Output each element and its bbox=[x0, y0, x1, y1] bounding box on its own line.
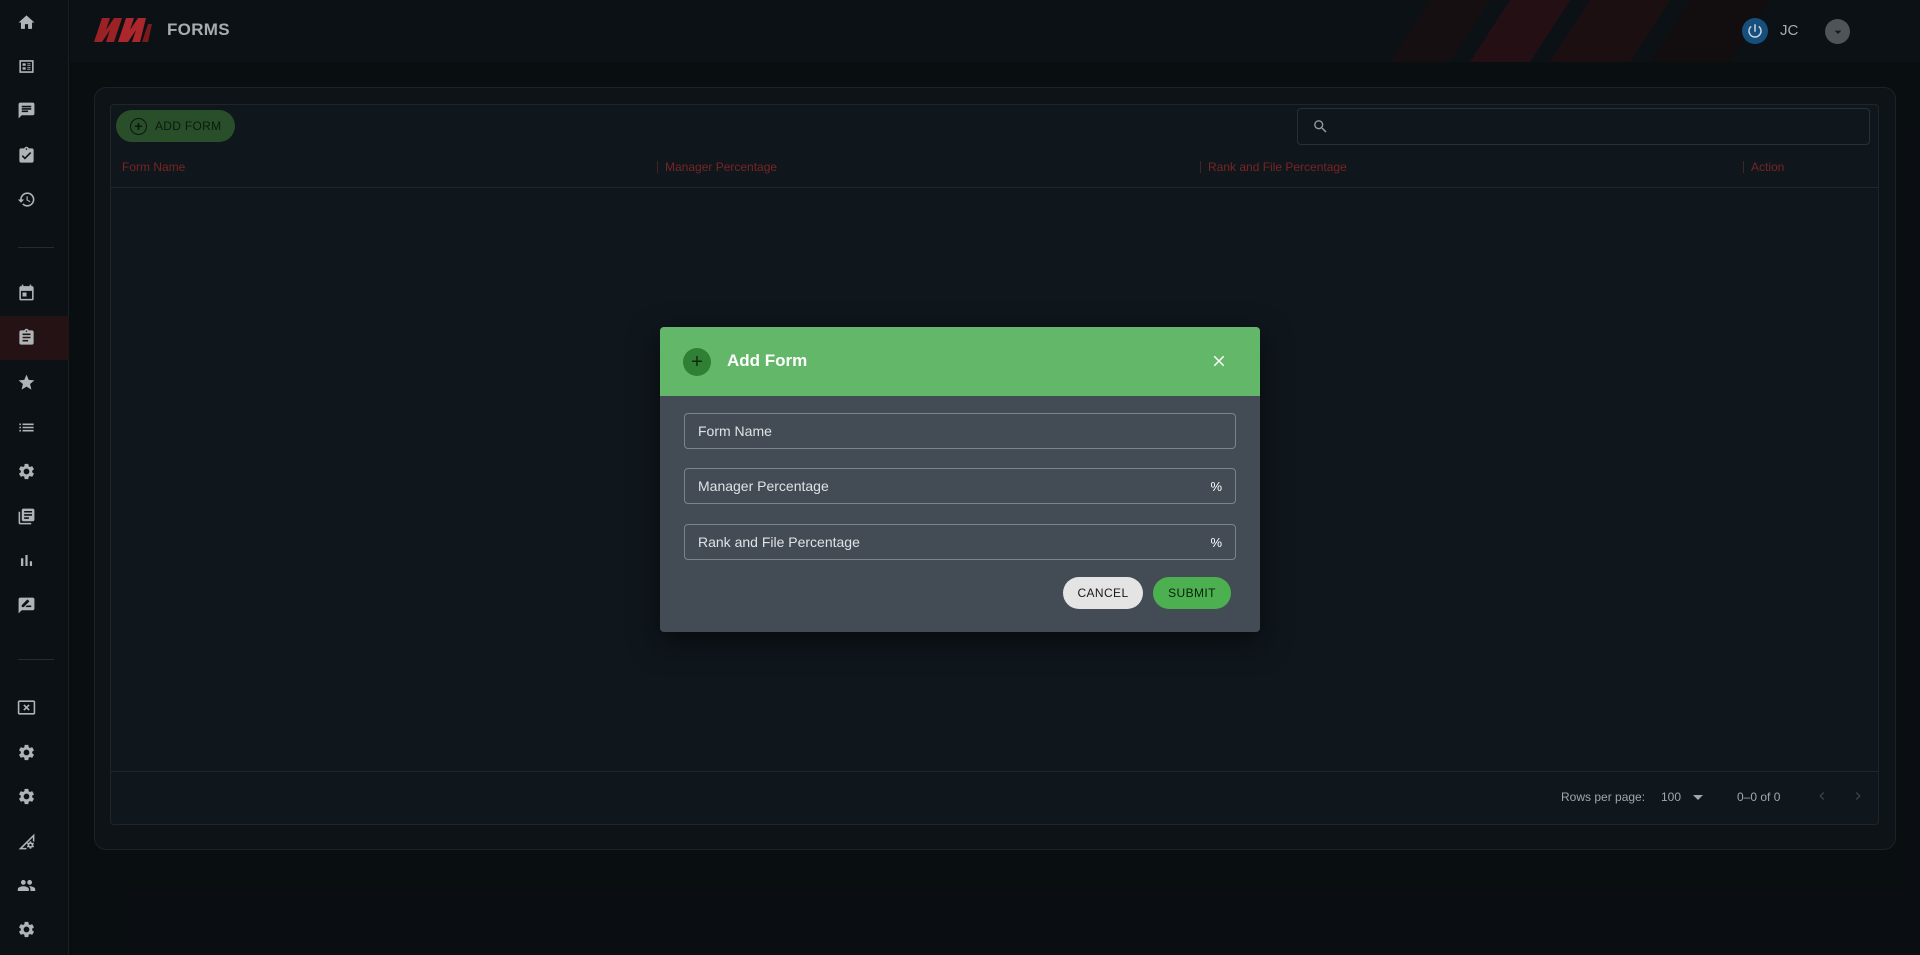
rank-file-percentage-field[interactable]: Rank and File Percentage % bbox=[684, 524, 1236, 560]
dialog-title: Add Form bbox=[727, 351, 808, 370]
dialog-header: + Add Form bbox=[660, 327, 1260, 396]
manager-percentage-unit: % bbox=[1210, 478, 1222, 494]
manager-percentage-placeholder: Manager Percentage bbox=[698, 478, 829, 494]
manager-percentage-field[interactable]: Manager Percentage % bbox=[684, 468, 1236, 504]
rank-file-percentage-unit: % bbox=[1210, 534, 1222, 550]
add-form-dialog: + Add Form Form Name Manager Percentage … bbox=[660, 327, 1260, 632]
form-name-field[interactable]: Form Name bbox=[684, 413, 1236, 449]
close-icon[interactable] bbox=[1208, 350, 1230, 372]
rank-file-percentage-placeholder: Rank and File Percentage bbox=[698, 534, 860, 550]
cancel-button[interactable]: CANCEL bbox=[1063, 577, 1143, 609]
submit-button[interactable]: SUBMIT bbox=[1153, 577, 1231, 609]
form-name-placeholder: Form Name bbox=[698, 423, 772, 439]
plus-icon: + bbox=[683, 348, 711, 376]
